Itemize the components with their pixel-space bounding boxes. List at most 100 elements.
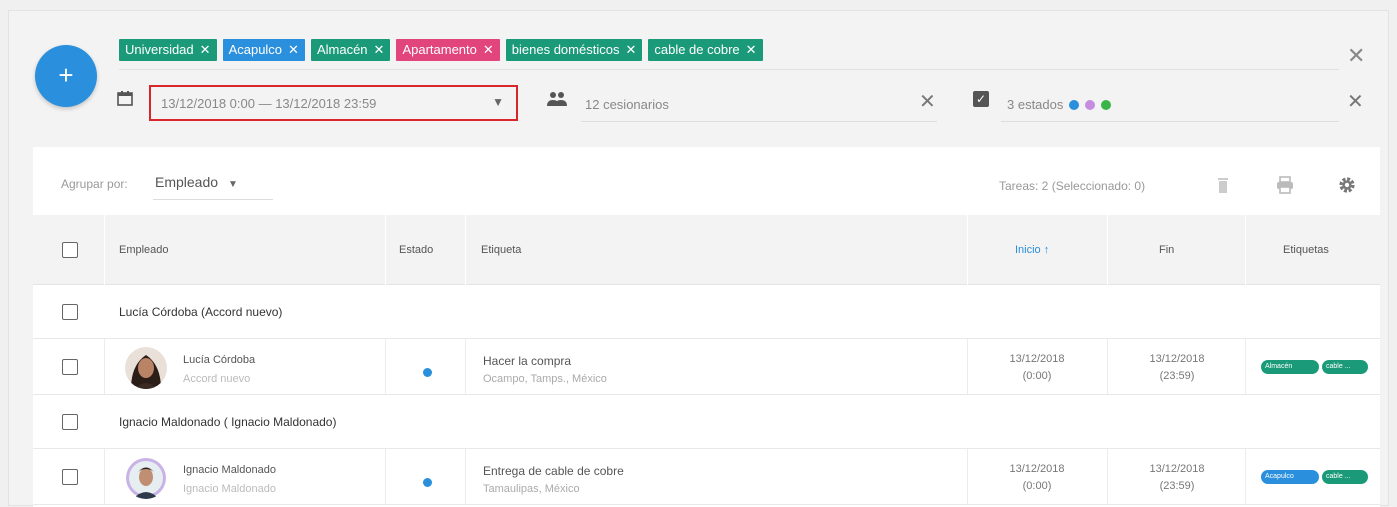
divider <box>153 199 273 200</box>
avatar <box>125 347 167 389</box>
tag-chip: cable ... <box>1322 360 1368 374</box>
chip-apartamento[interactable]: Apartamento ✕ <box>396 39 500 61</box>
task-location: Tamaulipas, México <box>483 483 580 495</box>
table-row[interactable]: Lucía Córdoba Accord nuevo Hacer la comp… <box>33 339 1380 395</box>
dropdown-arrow-icon: ▼ <box>228 179 238 190</box>
task-count: Tareas: 2 (Seleccionado: 0) <box>999 179 1146 193</box>
chip-cable-de-cobre[interactable]: cable de cobre ✕ <box>648 39 763 61</box>
select-all-checkbox[interactable] <box>62 242 78 258</box>
tag-chip: cable ... <box>1322 470 1368 484</box>
grid-header: Empleado Estado Etiqueta Inicio ↑ Fin Et… <box>33 215 1380 285</box>
group-by-label: Agrupar por: <box>61 177 128 191</box>
column-employee[interactable]: Empleado <box>119 215 169 285</box>
chip-universidad[interactable]: Universidad ✕ <box>119 39 217 61</box>
employee-name: Lucía Córdoba <box>183 354 256 366</box>
row-checkbox[interactable] <box>62 414 78 430</box>
state-dot-icon <box>1069 99 1080 110</box>
chip-label: Almacén <box>316 42 368 57</box>
end-date: 13/12/2018 (23:59) <box>1117 351 1237 385</box>
chip-acapulco[interactable]: Acapulco ✕ <box>222 39 305 61</box>
tag-chip: Almacén <box>1261 360 1319 374</box>
group-by-select[interactable]: Empleado ▼ <box>155 174 238 190</box>
dropdown-arrow-icon: ▼ <box>492 95 504 109</box>
trash-icon[interactable] <box>1213 175 1233 195</box>
chip-remove-icon[interactable]: ✕ <box>374 39 385 61</box>
end-date-time: (23:59) <box>1159 370 1195 382</box>
chip-label: Apartamento <box>402 42 477 57</box>
group-title: Lucía Córdoba (Accord nuevo) <box>119 305 283 319</box>
start-date-time: (0:00) <box>1022 370 1052 382</box>
chip-remove-icon[interactable]: ✕ <box>200 39 211 61</box>
column-end-label: Fin <box>1159 244 1175 256</box>
column-state[interactable]: Estado <box>399 215 433 285</box>
column-tags[interactable]: Etiquetas <box>1283 215 1329 285</box>
group-row[interactable]: Ignacio Maldonado ( Ignacio Maldonado) <box>33 395 1380 449</box>
start-date: 13/12/2018 (0:00) <box>977 461 1097 495</box>
group-by-value: Empleado <box>155 174 219 190</box>
row-checkbox[interactable] <box>62 359 78 375</box>
column-end[interactable]: Fin <box>1159 215 1174 285</box>
employee-company: Accord nuevo <box>183 373 251 385</box>
state-dot-icon <box>1101 99 1112 110</box>
clear-assignees-icon[interactable]: ✕ <box>919 89 936 114</box>
column-label-label: Etiqueta <box>481 244 522 256</box>
divider <box>1001 121 1339 122</box>
end-date: 13/12/2018 (23:59) <box>1117 461 1237 495</box>
tag-chip: Acapulco <box>1261 470 1319 484</box>
filter-panel: + Universidad ✕ Acapulco ✕ Almacén ✕ Apa… <box>8 10 1389 507</box>
filter-chips: Universidad ✕ Acapulco ✕ Almacén ✕ Apart… <box>119 39 763 61</box>
start-date: 13/12/2018 (0:00) <box>977 351 1097 385</box>
column-start[interactable]: Inicio ↑ <box>1015 215 1091 285</box>
task-location: Ocampo, Tamps., México <box>483 373 607 385</box>
checkbox-checked-icon: ✓ <box>973 91 989 107</box>
add-button[interactable]: + <box>35 45 97 107</box>
column-start-label: Inicio <box>1015 244 1041 256</box>
states-field[interactable]: 3 estados <box>1007 97 1112 112</box>
date-range-value: 13/12/2018 0:00 — 13/12/2018 23:59 <box>161 96 377 111</box>
group-title: Ignacio Maldonado ( Ignacio Maldonado) <box>119 415 337 429</box>
start-date-day: 13/12/2018 <box>1009 463 1065 475</box>
state-dot-icon <box>423 478 432 487</box>
chip-label: cable de cobre <box>654 42 740 57</box>
column-state-label: Estado <box>399 244 434 256</box>
divider <box>581 121 937 122</box>
task-grid: Agrupar por: Empleado ▼ Tareas: 2 (Selecc… <box>33 147 1380 507</box>
avatar <box>126 458 166 499</box>
end-date-day: 13/12/2018 <box>1149 353 1205 365</box>
chip-remove-icon[interactable]: ✕ <box>746 39 757 61</box>
column-tags-label: Etiquetas <box>1283 244 1329 256</box>
task-title: Entrega de cable de cobre <box>483 464 624 478</box>
column-label[interactable]: Etiqueta <box>481 215 521 285</box>
end-date-day: 13/12/2018 <box>1149 463 1205 475</box>
grid-toolbar: Agrupar por: Empleado ▼ Tareas: 2 (Selecc… <box>33 147 1380 213</box>
group-row[interactable]: Lucía Córdoba (Accord nuevo) <box>33 285 1380 339</box>
chip-remove-icon[interactable]: ✕ <box>625 39 636 61</box>
calendar-icon <box>117 91 133 106</box>
chip-remove-icon[interactable]: ✕ <box>288 39 299 61</box>
chip-remove-icon[interactable]: ✕ <box>483 39 494 61</box>
chip-label: bienes domésticos <box>511 42 620 57</box>
states-label: 3 estados <box>1007 97 1064 112</box>
row-checkbox[interactable] <box>62 469 78 485</box>
clear-states-icon[interactable]: ✕ <box>1347 89 1364 114</box>
start-date-day: 13/12/2018 <box>1009 353 1065 365</box>
state-dot-icon <box>1085 99 1096 110</box>
chip-almacen[interactable]: Almacén ✕ <box>310 39 391 61</box>
task-title: Hacer la compra <box>483 354 572 368</box>
state-dot-icon <box>423 368 432 377</box>
assignees-field[interactable]: 12 cesionarios <box>585 97 669 112</box>
start-date-time: (0:00) <box>1022 480 1052 492</box>
clear-chips-icon[interactable]: ✕ <box>1347 43 1365 69</box>
table-row[interactable]: Ignacio Maldonado Ignacio Maldonado Entr… <box>33 449 1380 505</box>
employee-company: Ignacio Maldonado <box>183 483 276 495</box>
print-icon[interactable] <box>1275 175 1295 195</box>
gear-icon[interactable] <box>1337 175 1357 195</box>
column-employee-label: Empleado <box>119 244 169 256</box>
row-checkbox[interactable] <box>62 304 78 320</box>
chip-label: Acapulco <box>228 42 283 57</box>
chip-label: Universidad <box>125 42 194 57</box>
date-range-select[interactable]: 13/12/2018 0:00 — 13/12/2018 23:59 ▼ <box>149 85 518 121</box>
chip-bienes-domesticos[interactable]: bienes domésticos ✕ <box>505 39 643 61</box>
end-date-time: (23:59) <box>1159 480 1195 492</box>
sort-asc-icon: ↑ <box>1043 244 1050 256</box>
